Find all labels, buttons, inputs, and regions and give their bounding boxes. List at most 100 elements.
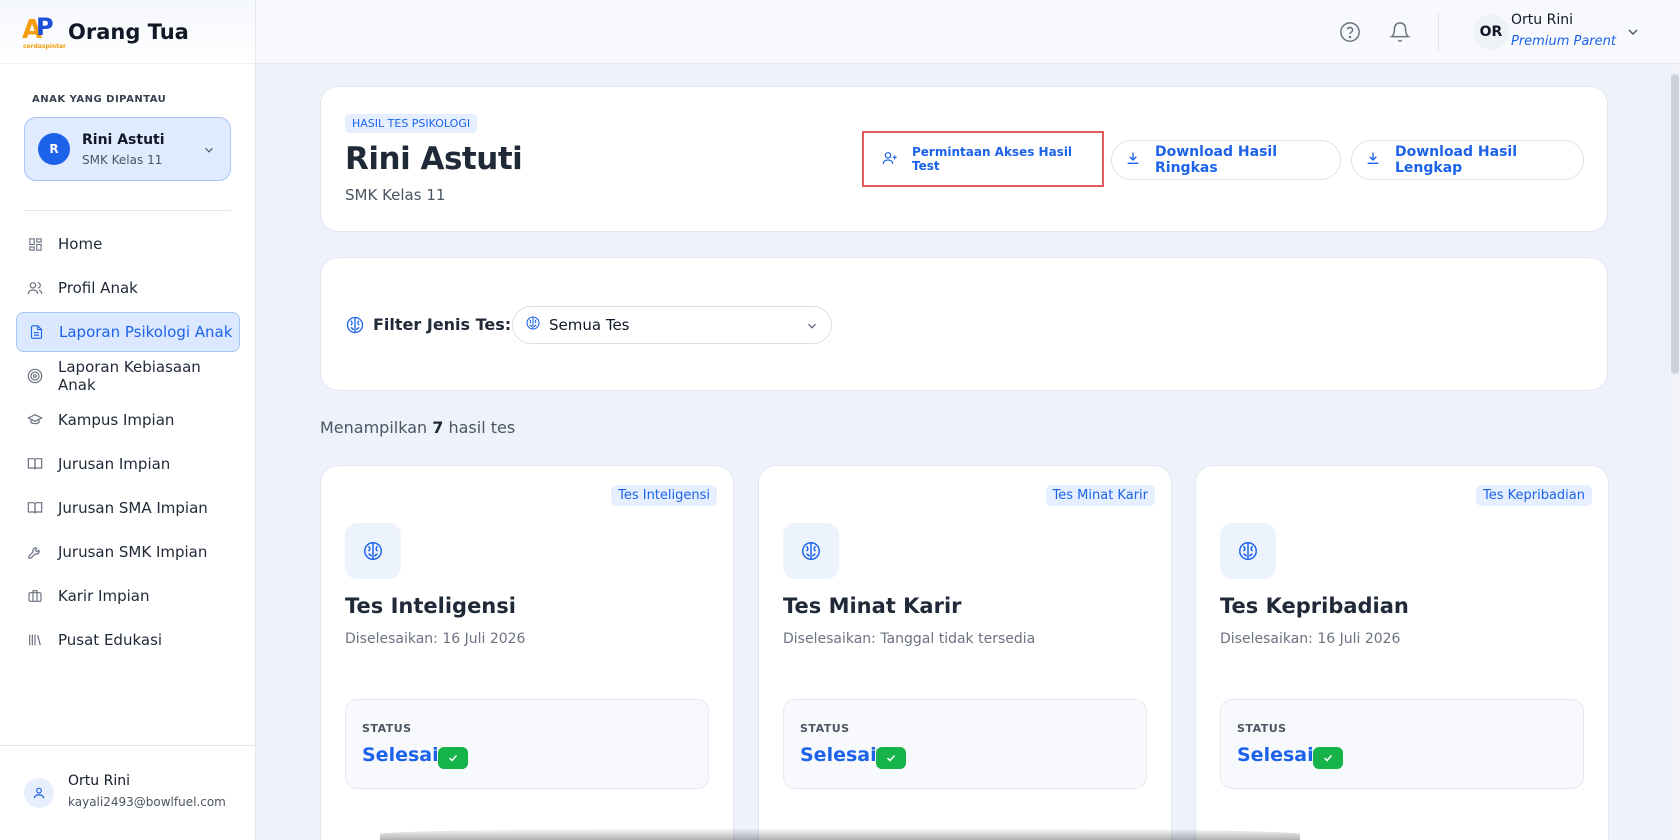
test-completed-date: Diselesaikan: 16 Juli 2026 — [1220, 631, 1401, 647]
section-tag: HASIL TES PSIKOLOGI — [345, 114, 478, 133]
scrollbar-thumb[interactable] — [1671, 74, 1679, 374]
brain-icon — [525, 315, 541, 335]
sidebar-item-karir-impian[interactable]: Karir Impian — [16, 576, 240, 616]
book-open-icon — [27, 500, 43, 516]
results-count-number: 7 — [432, 418, 444, 437]
test-type-select-value: Semua Tes — [549, 316, 630, 334]
sidebar-item-pusat-edukasi[interactable]: Pusat Edukasi — [16, 620, 240, 660]
sidebar-item-profil-anak[interactable]: Profil Anak — [16, 268, 240, 308]
monitored-child-label: ANAK YANG DIPANTAU — [32, 94, 167, 105]
briefcase-icon — [27, 588, 43, 604]
brain-icon — [345, 315, 365, 339]
sidebar-user-email: kayali2493@bowlfuel.com — [68, 795, 226, 809]
grid-icon — [27, 236, 43, 252]
sidebar-item-label: Jurusan SMA Impian — [58, 499, 208, 517]
status-label: STATUS — [800, 722, 850, 735]
sidebar-item-label: Jurusan Impian — [58, 455, 171, 473]
user-plus-icon — [882, 150, 898, 169]
sidebar-item-jurusan-impian[interactable]: Jurusan Impian — [16, 444, 240, 484]
test-title: Tes Kepribadian — [1220, 594, 1409, 618]
filter-label: Filter Jenis Tes: — [373, 315, 512, 334]
sidebar-item-label: Home — [58, 235, 103, 253]
status-label: STATUS — [362, 722, 412, 735]
brain-icon — [783, 523, 839, 579]
test-completed-date: Diselesaikan: 16 Juli 2026 — [345, 631, 526, 647]
test-title: Tes Inteligensi — [345, 594, 516, 618]
download-icon — [1125, 150, 1141, 170]
graduation-cap-icon — [27, 412, 43, 428]
test-card[interactable]: Tes Minat Karir Tes Minat Karir Diselesa… — [758, 465, 1172, 840]
sidebar-item-label: Jurusan SMK Impian — [58, 543, 208, 561]
check-icon — [438, 747, 468, 769]
request-access-button[interactable]: Permintaan Akses Hasil Test — [862, 131, 1104, 187]
test-type-select[interactable]: Semua Tes — [512, 306, 832, 344]
bell-icon[interactable] — [1389, 21, 1411, 47]
test-completed-date: Diselesaikan: Tanggal tidak tersedia — [783, 631, 1036, 647]
download-full-label: Download Hasil Lengkap — [1395, 144, 1517, 176]
filter-card: Filter Jenis Tes: Semua Tes — [320, 257, 1608, 391]
test-type-badge: Tes Kepribadian — [1475, 485, 1592, 506]
sidebar-user-name: Ortu Rini — [68, 773, 130, 789]
download-summary-label: Download Hasil Ringkas — [1155, 144, 1277, 176]
sidebar-item-home[interactable]: Home — [16, 224, 240, 264]
library-icon — [27, 632, 43, 648]
chevron-down-icon — [805, 318, 819, 337]
test-status-box: STATUS Selesai — [345, 699, 709, 789]
bottom-shadow — [380, 828, 1300, 840]
child-class: SMK Kelas 11 — [82, 152, 163, 167]
test-status-box: STATUS Selesai — [783, 699, 1147, 789]
test-status-box: STATUS Selesai — [1220, 699, 1584, 789]
test-type-badge: Tes Minat Karir — [1045, 485, 1155, 506]
users-icon — [27, 280, 43, 296]
page-title: Rini Astuti — [345, 141, 523, 177]
sidebar-item-label: Pusat Edukasi — [58, 631, 163, 649]
status-value: Selesai — [800, 744, 877, 766]
child-name: Rini Astuti — [82, 131, 165, 148]
brain-icon — [345, 523, 401, 579]
brain-icon — [1220, 523, 1276, 579]
sidebar-item-label: Kampus Impian — [58, 411, 175, 429]
sidebar-user[interactable]: Ortu Rini kayali2493@bowlfuel.com — [0, 745, 256, 840]
student-class: SMK Kelas 11 — [345, 186, 446, 204]
student-header-card: HASIL TES PSIKOLOGI Rini Astuti SMK Kela… — [320, 86, 1608, 232]
user-icon — [24, 778, 54, 808]
status-value: Selesai — [362, 744, 439, 766]
chevron-down-icon — [202, 142, 216, 161]
test-type-badge: Tes Inteligensi — [611, 485, 717, 506]
test-title: Tes Minat Karir — [783, 594, 962, 618]
results-count: Menampilkan 7 hasil tes — [320, 418, 516, 437]
document-icon — [28, 324, 44, 340]
sidebar-item-label: Profil Anak — [58, 279, 138, 297]
help-icon[interactable] — [1339, 21, 1361, 47]
sidebar-divider — [24, 210, 231, 211]
status-value: Selesai — [1237, 744, 1314, 766]
sidebar-nav: Home Profil Anak Laporan Psikologi Anak … — [16, 224, 240, 664]
download-full-button[interactable]: Download Hasil Lengkap — [1351, 140, 1584, 180]
check-icon — [876, 747, 906, 769]
check-icon — [1313, 747, 1343, 769]
download-summary-button[interactable]: Download Hasil Ringkas — [1111, 140, 1341, 180]
test-card[interactable]: Tes Inteligensi Tes Inteligensi Diselesa… — [320, 465, 734, 840]
brand-logo: AP cerdaspintar — [22, 12, 66, 50]
wrench-icon — [27, 544, 43, 560]
topbar: OR Ortu Rini Premium Parent — [256, 0, 1680, 64]
child-avatar: R — [38, 133, 70, 165]
brand-title: Orang Tua — [68, 19, 189, 44]
test-card[interactable]: Tes Kepribadian Tes Kepribadian Diselesa… — [1195, 465, 1609, 840]
topbar-user-name[interactable]: Ortu Rini — [1511, 12, 1573, 28]
sidebar-item-laporan-psikologi[interactable]: Laporan Psikologi Anak — [16, 312, 240, 352]
topbar-divider — [1438, 12, 1439, 52]
brand: AP cerdaspintar Orang Tua — [0, 0, 255, 64]
sidebar-item-kampus-impian[interactable]: Kampus Impian — [16, 400, 240, 440]
sidebar-item-laporan-kebiasaan[interactable]: Laporan Kebiasaan Anak — [16, 356, 240, 396]
book-open-icon — [27, 456, 43, 472]
avatar[interactable]: OR — [1473, 14, 1509, 50]
sidebar-item-jurusan-sma[interactable]: Jurusan SMA Impian — [16, 488, 240, 528]
sidebar-item-jurusan-smk[interactable]: Jurusan SMK Impian — [16, 532, 240, 572]
sidebar-item-label: Laporan Psikologi Anak — [59, 323, 233, 341]
child-selector[interactable]: R Rini Astuti SMK Kelas 11 — [24, 117, 231, 181]
status-label: STATUS — [1237, 722, 1287, 735]
sidebar-item-label: Karir Impian — [58, 587, 150, 605]
chevron-down-icon[interactable] — [1625, 24, 1641, 44]
sidebar-item-label: Laporan Kebiasaan Anak — [58, 358, 201, 394]
